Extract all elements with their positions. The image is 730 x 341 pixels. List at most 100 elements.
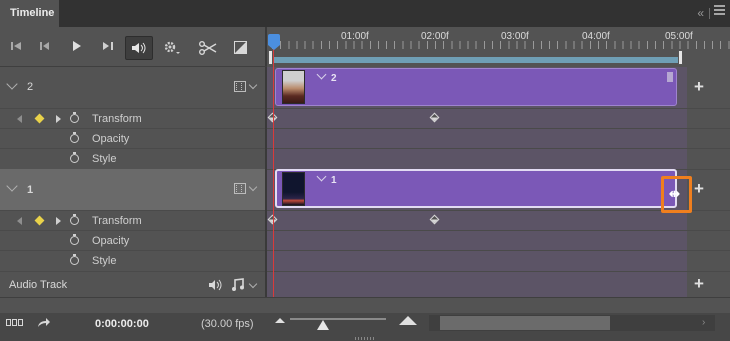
- property-row-transform: Transform: [0, 210, 265, 230]
- previous-frame-button[interactable]: [34, 36, 56, 60]
- chevron-down-icon[interactable]: [248, 279, 258, 289]
- stopwatch-icon[interactable]: [70, 132, 79, 143]
- chevron-down-icon[interactable]: [248, 80, 258, 90]
- ruler-label: 02:00f: [421, 31, 449, 42]
- next-keyframe-icon[interactable]: [56, 217, 61, 225]
- property-label: Transform: [92, 113, 142, 125]
- track-label: 2: [27, 81, 34, 93]
- clip-name: 1: [331, 175, 337, 186]
- property-row-opacity: Opacity: [0, 128, 265, 148]
- audio-track-header[interactable]: Audio Track: [0, 271, 265, 297]
- film-strip-icon[interactable]: [234, 81, 246, 92]
- scissors-icon: [199, 41, 217, 55]
- gear-icon: [164, 41, 180, 54]
- playhead-handle[interactable]: [268, 34, 280, 50]
- speaker-icon: [132, 42, 146, 54]
- previous-frame-icon: [40, 42, 49, 50]
- track-label: 1: [27, 184, 34, 196]
- stopwatch-icon[interactable]: [70, 214, 79, 225]
- previous-keyframe-icon[interactable]: [17, 115, 22, 123]
- panel-resize-grip[interactable]: [355, 337, 375, 340]
- time-ruler[interactable]: 01:00f 02:00f 03:00f 04:00f 05:00f: [267, 27, 730, 67]
- current-timecode[interactable]: 0:00:00:00: [95, 318, 149, 330]
- play-icon: [73, 41, 81, 51]
- bottom-spacer: [0, 297, 730, 313]
- row-separator: [267, 230, 730, 231]
- stopwatch-icon[interactable]: [70, 152, 79, 163]
- tab-timeline[interactable]: Timeline: [0, 0, 59, 27]
- row-separator: [267, 128, 730, 129]
- track-header-2[interactable]: 2: [0, 67, 265, 108]
- add-keyframe-icon[interactable]: [34, 113, 45, 124]
- go-to-first-frame-button[interactable]: [5, 36, 27, 60]
- work-area-bar[interactable]: [272, 57, 681, 63]
- next-keyframe-icon[interactable]: [56, 115, 61, 123]
- property-row-transform: Transform: [0, 108, 265, 128]
- audio-track-label: Audio Track: [9, 279, 68, 291]
- ruler-label: 05:00f: [665, 31, 693, 42]
- zoom-in-icon[interactable]: [399, 316, 417, 325]
- video-clip-1[interactable]: 1: [275, 169, 677, 208]
- go-to-first-frame-icon: [11, 42, 21, 50]
- frame-rate-label: (30.00 fps): [201, 318, 254, 330]
- split-at-playhead-button[interactable]: [196, 36, 220, 60]
- scroll-right-icon[interactable]: ›: [702, 317, 705, 328]
- hamburger-menu-icon[interactable]: [714, 5, 725, 15]
- transition-icon: [233, 41, 247, 54]
- mute-audio-button[interactable]: [125, 36, 153, 60]
- timeline-area[interactable]: 01:00f 02:00f 03:00f 04:00f 05:00f 2 1: [267, 27, 730, 297]
- collapse-panel-icon[interactable]: «: [697, 6, 704, 20]
- zoom-slider-track[interactable]: [290, 318, 386, 320]
- next-frame-icon: [103, 42, 113, 50]
- ruler-label: 03:00f: [501, 31, 529, 42]
- property-label: Opacity: [92, 235, 130, 247]
- chevron-down-icon[interactable]: [316, 69, 327, 80]
- tab-separator: [709, 8, 710, 19]
- clip-thumbnail: [282, 70, 305, 104]
- next-frame-button[interactable]: [97, 36, 119, 60]
- ruler-ticks: [272, 41, 730, 49]
- track-header-1[interactable]: 1: [0, 169, 265, 210]
- add-keyframe-icon[interactable]: [34, 215, 45, 226]
- ruler-label: 04:00f: [582, 31, 610, 42]
- speaker-icon[interactable]: [208, 279, 223, 291]
- property-label: Transform: [92, 215, 142, 227]
- property-label: Opacity: [92, 133, 130, 145]
- stopwatch-icon[interactable]: [70, 234, 79, 245]
- ruler-label: 01:00f: [341, 31, 369, 42]
- clip-name: 2: [331, 73, 337, 84]
- stopwatch-icon[interactable]: [70, 254, 79, 265]
- zoom-slider-thumb[interactable]: [317, 320, 329, 330]
- stopwatch-icon[interactable]: [70, 112, 79, 123]
- transition-button[interactable]: [229, 36, 251, 60]
- add-media-button[interactable]: +: [694, 179, 704, 199]
- property-row-style: Style: [0, 148, 265, 168]
- chevron-down-icon[interactable]: [316, 171, 327, 182]
- chevron-down-icon[interactable]: [6, 180, 18, 192]
- film-strip-icon[interactable]: [234, 183, 246, 194]
- row-separator: [267, 148, 730, 149]
- chevron-down-icon[interactable]: [6, 78, 18, 90]
- music-note-icon[interactable]: [231, 278, 244, 291]
- video-clip-2[interactable]: 2: [275, 68, 677, 106]
- row-separator: [267, 108, 730, 109]
- clip-end-marker[interactable]: [667, 72, 673, 82]
- render-video-icon[interactable]: [6, 319, 24, 327]
- render-export-arrow-icon[interactable]: [37, 317, 51, 328]
- property-row-style: Style: [0, 250, 265, 270]
- work-area-end-handle[interactable]: [678, 50, 683, 65]
- playhead-line[interactable]: [273, 45, 274, 297]
- previous-keyframe-icon[interactable]: [17, 217, 22, 225]
- zoom-out-icon[interactable]: [275, 318, 285, 323]
- clip-thumbnail: [282, 172, 305, 206]
- play-button[interactable]: [66, 36, 88, 60]
- playback-settings-button[interactable]: [160, 36, 184, 60]
- panel-tab-bar: Timeline «: [0, 0, 730, 27]
- add-audio-button[interactable]: +: [694, 274, 704, 294]
- property-label: Style: [92, 255, 117, 267]
- property-label: Style: [92, 153, 117, 165]
- add-media-button[interactable]: +: [694, 77, 704, 97]
- chevron-down-icon[interactable]: [248, 182, 258, 192]
- row-separator: [267, 271, 730, 272]
- scrollbar-thumb[interactable]: [440, 316, 610, 330]
